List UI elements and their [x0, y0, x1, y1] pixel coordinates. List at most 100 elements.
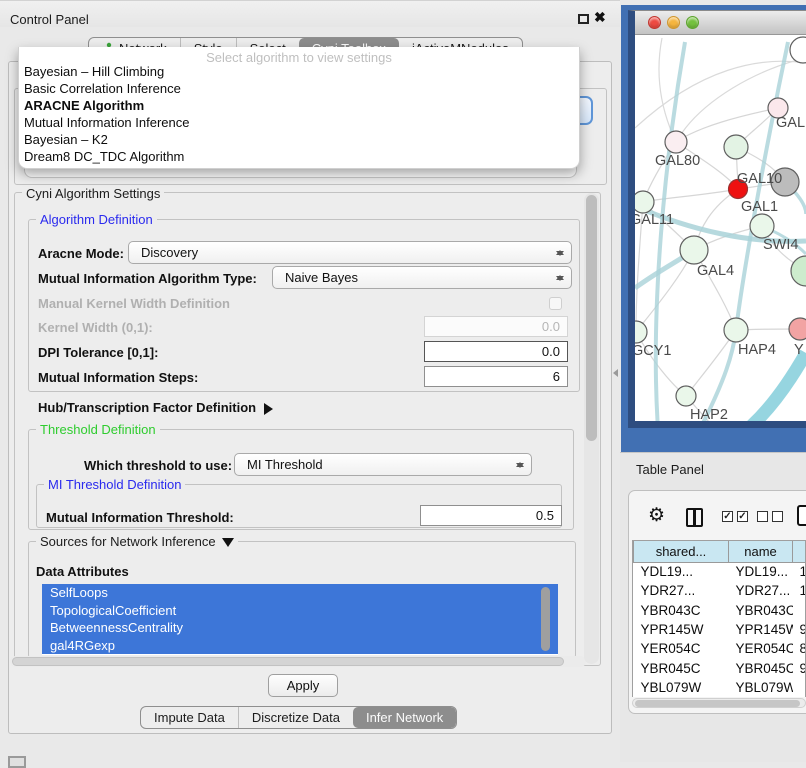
list-scrollbar[interactable] [541, 587, 550, 651]
network-view-window: GALGAL80GAL10GAL1GAL11SWI4GAL4GCY1HAP4YH… [628, 10, 806, 428]
gear-icon[interactable]: ⚙ [648, 505, 665, 527]
dpi-tolerance-field[interactable]: 0.0 [424, 341, 568, 362]
mi-steps-label: Mutual Information Steps: [38, 370, 198, 385]
node-label: GCY1 [635, 343, 672, 359]
table-cell: YPR145W [729, 620, 793, 639]
table-cell: 12 [793, 581, 806, 600]
select-all-checkbox-icon[interactable]: ✓ [737, 511, 748, 522]
select-all-checkbox-icon[interactable]: ✓ [722, 511, 733, 522]
node-swi4[interactable] [750, 214, 774, 238]
collapse-arrow-icon [222, 538, 234, 553]
node-y[interactable] [789, 318, 806, 340]
algorithm-option[interactable]: Bayesian – Hill Climbing [19, 63, 579, 80]
expander-arrow-icon [264, 403, 279, 415]
tab-impute-data[interactable]: Impute Data [141, 707, 238, 728]
table-row[interactable]: YDL19...YDL19...13 [634, 562, 806, 581]
table-cell: YBR045C [729, 658, 793, 677]
table-row[interactable]: YER054CYER054C8. [634, 639, 806, 658]
manual-kernel-checkbox[interactable] [549, 297, 562, 310]
node-attribute-table: shared... name A YDL19...YDL19...13YDR27… [632, 540, 806, 697]
node-label: GAL4 [697, 263, 734, 279]
which-threshold-label: Which threshold to use: [84, 458, 232, 473]
table-cell [793, 601, 806, 620]
algorithm-option[interactable]: Bayesian – K2 [19, 131, 579, 148]
data-attributes-list: SelfLoops TopologicalCoefficient Between… [42, 584, 558, 655]
table-hscrollbar-thumb[interactable] [635, 700, 800, 707]
column-header-partial[interactable]: A [793, 541, 806, 562]
node-gal80[interactable] [665, 131, 687, 153]
attribute-item[interactable]: TopologicalCoefficient [42, 602, 558, 620]
attribute-item[interactable]: gal4RGexp [42, 637, 558, 655]
node-gcy1[interactable] [635, 321, 647, 343]
manual-kernel-label: Manual Kernel Width Definition [38, 296, 230, 311]
which-threshold-select[interactable]: MI Threshold [234, 453, 532, 476]
table-row[interactable]: YDR27...YDR27...12 [634, 581, 806, 600]
sources-collapse-header[interactable]: Sources for Network Inference [36, 534, 238, 553]
float-window-icon[interactable] [578, 14, 589, 24]
tab-infer-network[interactable]: Infer Network [353, 707, 456, 728]
kernel-width-field[interactable]: 0.0 [424, 316, 568, 337]
node-gal11[interactable] [635, 191, 654, 213]
column-header-shared-name[interactable]: shared... [634, 541, 729, 562]
table-row[interactable]: YBR043CYBR043C [634, 601, 806, 620]
table-cell: YBL079W [634, 678, 729, 697]
table-mode-icon[interactable] [797, 505, 806, 526]
control-panel-title: Control Panel [10, 12, 89, 27]
node-label: SWI4 [763, 237, 798, 253]
close-icon[interactable]: ✖ [594, 9, 606, 26]
node-label: HAP4 [738, 342, 776, 358]
mi-type-label: Mutual Information Algorithm Type: [38, 271, 257, 286]
deselect-all-checkbox-icon[interactable] [772, 511, 783, 522]
attribute-item[interactable]: BetweennessCentrality [42, 619, 558, 637]
table-row[interactable]: YBR045CYBR045C9. [634, 658, 806, 677]
table-cell: YDL19... [729, 562, 793, 581]
deselect-all-checkbox-icon[interactable] [757, 511, 768, 522]
node-hap4[interactable] [724, 318, 748, 342]
mi-threshold-field[interactable]: 0.5 [420, 505, 562, 526]
algorithm-option[interactable]: Mutual Information Inference [19, 114, 579, 131]
node[interactable] [791, 256, 806, 286]
zoom-traffic-light[interactable] [686, 16, 699, 29]
algorithm-option-selected[interactable]: ARACNE Algorithm [19, 97, 579, 114]
table-cell: 8. [793, 639, 806, 658]
algorithm-option[interactable]: Basic Correlation Inference [19, 80, 579, 97]
mi-threshold-label: Mutual Information Threshold: [46, 510, 234, 525]
horizontal-scrollbar-thumb[interactable] [12, 657, 564, 666]
node-gal4[interactable] [680, 236, 708, 264]
table-cell: YDL19... [634, 562, 729, 581]
table-row[interactable]: YPR145WYPR145W9. [634, 620, 806, 639]
apply-button[interactable]: Apply [268, 674, 338, 697]
node-label: GAL10 [737, 171, 782, 187]
network-canvas[interactable]: GALGAL80GAL10GAL1GAL11SWI4GAL4GCY1HAP4YH… [635, 36, 806, 421]
aracne-mode-label: Aracne Mode: [38, 246, 124, 261]
table-cell: YBR043C [729, 601, 793, 620]
node-gal10[interactable] [724, 135, 748, 159]
stepper-arrows-icon [515, 457, 524, 473]
kernel-width-label: Kernel Width (0,1): [38, 320, 153, 335]
panel-divider-handle[interactable] [609, 369, 618, 377]
column-browser-icon[interactable] [686, 508, 703, 527]
aracne-mode-select[interactable]: Discovery [128, 241, 572, 264]
table-cell: YBL079W [729, 678, 793, 697]
node-label: GAL11 [635, 212, 674, 228]
table-cell: YPR145W [634, 620, 729, 639]
network-window-titlebar[interactable] [635, 11, 806, 35]
node-hap2[interactable] [676, 386, 696, 406]
minimize-traffic-light[interactable] [667, 16, 680, 29]
mi-steps-field[interactable]: 6 [424, 366, 568, 387]
table-row[interactable]: YBL079WYBL079W [634, 678, 806, 697]
node[interactable] [790, 37, 806, 63]
network-edges [635, 38, 806, 421]
dpi-tolerance-label: DPI Tolerance [0,1]: [38, 345, 158, 360]
algorithm-option[interactable]: Dream8 DC_TDC Algorithm [19, 148, 579, 165]
tab-discretize-data[interactable]: Discretize Data [238, 707, 353, 728]
attribute-item[interactable]: SelfLoops [42, 584, 558, 602]
close-traffic-light[interactable] [648, 16, 661, 29]
data-attributes-label: Data Attributes [36, 564, 129, 579]
vertical-scrollbar-thumb[interactable] [586, 195, 597, 441]
node-label: Y [794, 342, 804, 358]
mi-type-select[interactable]: Naive Bayes [272, 266, 572, 289]
hub-expander[interactable]: Hub/Transcription Factor Definition [38, 400, 279, 415]
minimized-panel-chip[interactable] [8, 756, 26, 768]
column-header-name[interactable]: name [729, 541, 793, 562]
